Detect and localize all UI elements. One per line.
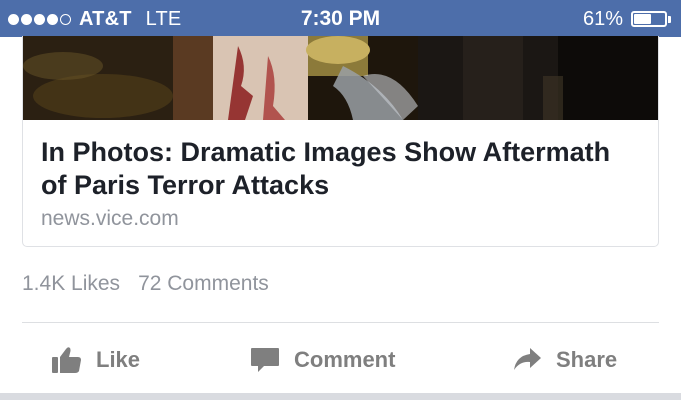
article-domain: news.vice.com	[41, 207, 179, 230]
comments-count[interactable]: 72 Comments	[138, 272, 269, 296]
speech-bubble-icon	[251, 348, 279, 372]
likes-count[interactable]: 1.4K Likes	[22, 272, 120, 296]
status-right: 61%	[583, 7, 671, 31]
battery-percent: 61%	[582, 7, 623, 30]
share-button[interactable]: Share	[512, 337, 617, 383]
reaction-counts: 1.4K Likes 72 Comments	[22, 272, 269, 296]
article-headline[interactable]: In Photos: Dramatic Images Show Aftermat…	[41, 136, 641, 202]
like-button[interactable]: Like	[52, 337, 140, 383]
article-photo-image	[23, 36, 658, 120]
battery-cap	[668, 15, 671, 23]
battery-fill	[634, 14, 651, 24]
divider	[22, 322, 659, 323]
status-bar: AT&T LTE 7:30 PM 61%	[0, 0, 681, 37]
like-label: Like	[96, 347, 141, 372]
clock: 7:30 PM	[300, 7, 381, 30]
comment-button[interactable]: Comment	[250, 337, 395, 383]
share-arrow-icon	[514, 348, 541, 370]
post-actions-bar: Like Comment Share	[0, 337, 681, 383]
battery-icon	[631, 11, 667, 27]
share-label: Share	[556, 347, 618, 372]
feed-separator	[0, 393, 681, 400]
comment-label: Comment	[294, 347, 396, 372]
thumbs-up-icon	[52, 347, 81, 373]
article-photo[interactable]	[23, 36, 658, 120]
link-preview-card[interactable]: In Photos: Dramatic Images Show Aftermat…	[22, 36, 659, 247]
